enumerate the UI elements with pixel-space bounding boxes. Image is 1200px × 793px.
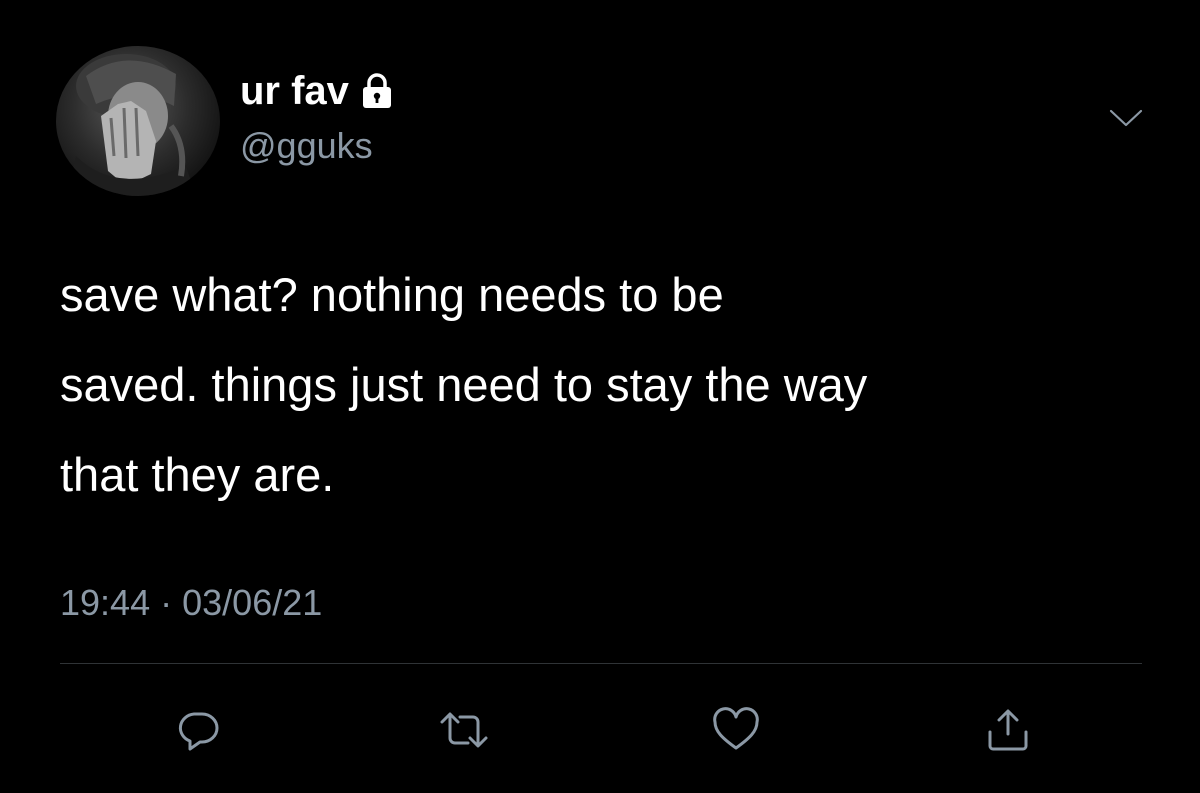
timestamp-separator: · <box>160 582 173 623</box>
share-button[interactable] <box>978 700 1038 760</box>
profile-photo <box>66 54 196 196</box>
tweet-time: 19:44 <box>60 582 151 623</box>
reply-icon <box>178 712 219 751</box>
action-bar <box>0 700 1200 760</box>
heart-icon <box>713 707 759 750</box>
more-options-button[interactable] <box>1104 100 1148 136</box>
tweet-text-line: that they are. <box>60 448 335 501</box>
divider <box>60 663 1142 664</box>
tweet-text: save what? nothing needs to be saved. th… <box>60 250 1150 520</box>
user-handle[interactable]: @gguks <box>240 124 373 168</box>
display-name-row: ur fav <box>240 66 393 116</box>
reply-button[interactable] <box>168 700 228 760</box>
chevron-down-icon <box>1109 109 1143 127</box>
retweet-icon <box>440 712 488 748</box>
tweet-text-line: saved. things just need to stay the way <box>60 358 868 411</box>
retweet-button[interactable] <box>434 700 494 760</box>
avatar[interactable] <box>56 46 220 196</box>
like-button[interactable] <box>706 700 766 760</box>
lock-icon <box>361 73 393 109</box>
display-name[interactable]: ur fav <box>240 66 349 116</box>
share-icon <box>988 709 1028 751</box>
tweet-date: 03/06/21 <box>182 582 323 623</box>
tweet-text-line: save what? nothing needs to be <box>60 268 724 321</box>
timestamp[interactable]: 19:44 · 03/06/21 <box>60 580 322 626</box>
